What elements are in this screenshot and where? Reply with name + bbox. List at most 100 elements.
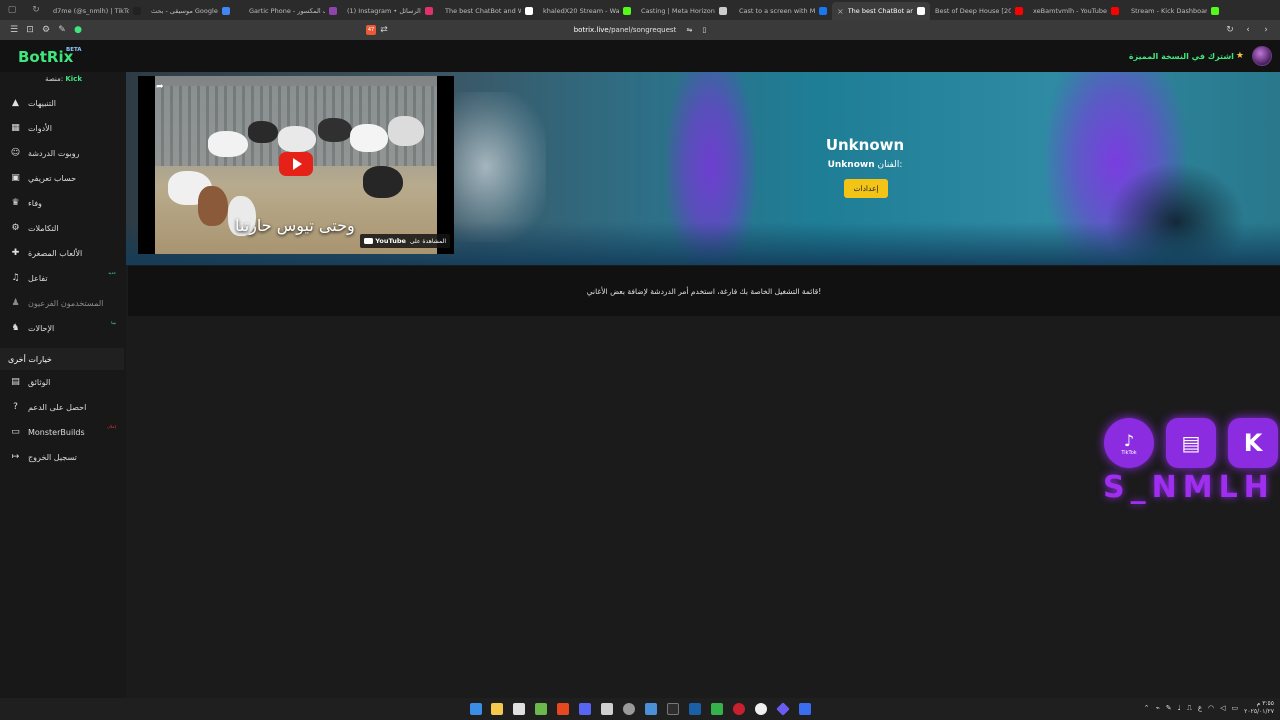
browser-tab[interactable]: Casting | Meta Horizon — [636, 2, 734, 20]
extensions-icon[interactable]: ⚙ — [38, 22, 54, 38]
brave-icon[interactable] — [557, 703, 569, 715]
url-field[interactable]: botrix.live/panel/songrequest ⇋ ▯ — [574, 26, 707, 34]
playlist-panel: قائمة التشغيل الخاصة بك فارغة، استخدم أم… — [128, 266, 1280, 316]
clock-date: ٢٠٢٥/٠١/٢٧ — [1244, 708, 1274, 715]
sidebar-item[interactable]: ✚ الألعاب المصغرة — [0, 242, 124, 264]
wifi-icon[interactable]: ◠ — [1208, 704, 1214, 712]
bookmark-icon[interactable]: ▯ — [702, 26, 706, 34]
browser-tab[interactable]: Gartic Phone - هاتف المكسور — [244, 2, 342, 20]
file-explorer-icon[interactable] — [491, 703, 503, 715]
app-diamond-icon[interactable] — [776, 702, 790, 716]
browser-tab[interactable]: موسيقى - بحث Google — [146, 2, 244, 20]
brave-shield-icon[interactable]: 47 — [366, 25, 376, 35]
browser-tab[interactable]: Cast to a screen with Meta — [734, 2, 832, 20]
browser-tab[interactable]: xeBamtvmlh - YouTube — [1028, 2, 1126, 20]
botrix-logo[interactable]: BotRix — [18, 48, 73, 66]
play-button[interactable] — [279, 152, 313, 176]
battery-icon[interactable]: ▭ — [1232, 704, 1239, 712]
lock-icon[interactable] — [711, 703, 723, 715]
pen-icon[interactable]: ✎ — [54, 22, 70, 38]
tab-title: Best of Deep House [2025] — [935, 7, 1011, 15]
sidebar-item[interactable]: ♛ وفاء — [0, 192, 124, 214]
sidebar-item[interactable]: ▣ حساب تعريفي — [0, 167, 124, 189]
share-page-icon[interactable]: ⇋ — [687, 26, 693, 34]
minecraft-icon[interactable] — [535, 703, 547, 715]
clock[interactable]: ٣:٥٥ م ٢٠٢٥/٠١/٢٧ — [1244, 700, 1274, 716]
platform-indicator[interactable]: منصة: Kick — [0, 75, 82, 83]
sidebar-item-label: احصل على الدعم — [28, 402, 87, 412]
browser-tab[interactable]: d7me (@s_nmlh) | TikTok(5) — [48, 2, 146, 20]
capture-icon[interactable] — [667, 703, 679, 715]
sidebar-item[interactable]: ? احصل على الدعم — [0, 396, 124, 418]
record-icon[interactable] — [733, 703, 745, 715]
sidebar-item[interactable]: ♞ الإحالات بيتا — [0, 317, 124, 339]
sidebar-item-label: الأدوات — [28, 123, 52, 133]
tab-title: Stream - Kick Dashboard — [1131, 7, 1207, 15]
sidebar-item[interactable]: ▲ التنبيهات — [0, 92, 124, 114]
song-title: Unknown — [825, 136, 905, 154]
language-indicator[interactable]: ع — [1198, 704, 1202, 712]
browser-tab[interactable]: Stream - Kick Dashboard — [1126, 2, 1224, 20]
settings-app-icon[interactable] — [755, 703, 767, 715]
sidebar-item[interactable]: ▦ الأدوات — [0, 117, 124, 139]
app-ship-icon[interactable] — [799, 703, 811, 715]
browser-tab[interactable]: The best ChatBot and Widg — [440, 2, 538, 20]
steam-icon[interactable] — [689, 703, 701, 715]
widgets-icon: ▦ — [11, 123, 20, 133]
usb-icon[interactable]: ⎍ — [1187, 704, 1192, 713]
screenshot-icon[interactable]: ⊡ — [22, 22, 38, 38]
reload-icon[interactable]: ↻ — [1222, 22, 1238, 38]
sidebar-toggle-icon[interactable]: ☰ — [6, 22, 22, 38]
browser-tab[interactable]: Best of Deep House [2025] — [930, 2, 1028, 20]
start-icon[interactable] — [470, 703, 482, 715]
sidebar-item[interactable]: ♫ تفاعل جديد — [0, 267, 124, 289]
obs-icon[interactable] — [623, 703, 635, 715]
avatar[interactable] — [1252, 46, 1272, 66]
sidebar-item-label: التنبيهات — [28, 98, 56, 108]
browser-tab[interactable]: khaledX20 Stream - Watch — [538, 2, 636, 20]
platform-value: Kick — [65, 75, 82, 83]
logout-icon: ↦ — [11, 452, 20, 462]
tab-title: xeBamtvmlh - YouTube — [1033, 7, 1107, 15]
sidebar-item[interactable]: ▤ الوثائق — [0, 371, 124, 393]
tab-title: khaledX20 Stream - Watch — [543, 7, 619, 15]
youtube-player[interactable]: ➦ وحتى تيوس حارتنا YouTube المشاهدة على — [138, 76, 454, 254]
network-icon[interactable]: ⌁ — [1156, 704, 1160, 712]
store-icon[interactable] — [645, 703, 657, 715]
discord-icon[interactable] — [579, 703, 591, 715]
calculator-icon[interactable] — [513, 703, 525, 715]
tabs: d7me (@s_nmlh) | TikTok(5) موسيقى - بحث G… — [48, 0, 1224, 20]
tab-refresh-icon[interactable]: ↻ — [24, 0, 48, 20]
watch-on-label: المشاهدة على — [409, 237, 446, 245]
chevron-up-icon[interactable]: ⌃ — [1144, 704, 1150, 712]
shield-check-icon[interactable]: ● — [70, 22, 86, 38]
sidebar-item[interactable]: ▭ MonsterBuilds إعلان — [0, 421, 124, 443]
translate-icon[interactable]: ⇄ — [376, 22, 392, 38]
premium-link[interactable]: اشترك في النسخة المميزة ★ — [1129, 51, 1244, 61]
sidebar-item[interactable]: ⚙ التكاملات — [0, 217, 124, 239]
sidebar-item[interactable]: ☺ روبوت الدردشة — [0, 142, 124, 164]
back-icon[interactable]: ‹ — [1240, 22, 1256, 38]
users-icon: ♞ — [11, 323, 20, 333]
tab-title: Cast to a screen with Meta — [739, 7, 815, 15]
browser-tab[interactable]: ×The best ChatBot and V — [832, 2, 930, 20]
browser-tab[interactable]: (1) Instagram • الرسائل — [342, 2, 440, 20]
pen-tray-icon[interactable]: ✎ — [1166, 704, 1172, 712]
sidebar-item[interactable]: ♟ المستخدمون الفرعيون — [0, 292, 124, 314]
brave-badge: 47 — [367, 27, 375, 33]
mic-icon[interactable]: ♩ — [1178, 704, 1181, 712]
share-icon[interactable]: ➦ — [156, 82, 164, 92]
volume-icon[interactable]: ◁ — [1220, 704, 1225, 712]
tab-favicon-icon — [1211, 7, 1219, 15]
settings-button[interactable]: إعدادات — [844, 179, 888, 198]
meta-quest-icon[interactable] — [601, 703, 613, 715]
tab-menu-icon[interactable]: ▢ — [0, 0, 24, 20]
sidebar-item-badge: جديد — [108, 270, 116, 275]
sidebar-item[interactable]: ↦ تسجيل الخروج — [0, 446, 124, 468]
sidebar-item-label: وفاء — [28, 198, 42, 208]
tab-close-icon[interactable]: × — [837, 7, 844, 16]
sidebar-item-badge: بيتا — [111, 320, 116, 325]
tiktok-label: TikTok — [1121, 449, 1137, 456]
forward-icon[interactable]: › — [1258, 22, 1274, 38]
watch-on-youtube-button[interactable]: YouTube المشاهدة على — [360, 234, 450, 248]
